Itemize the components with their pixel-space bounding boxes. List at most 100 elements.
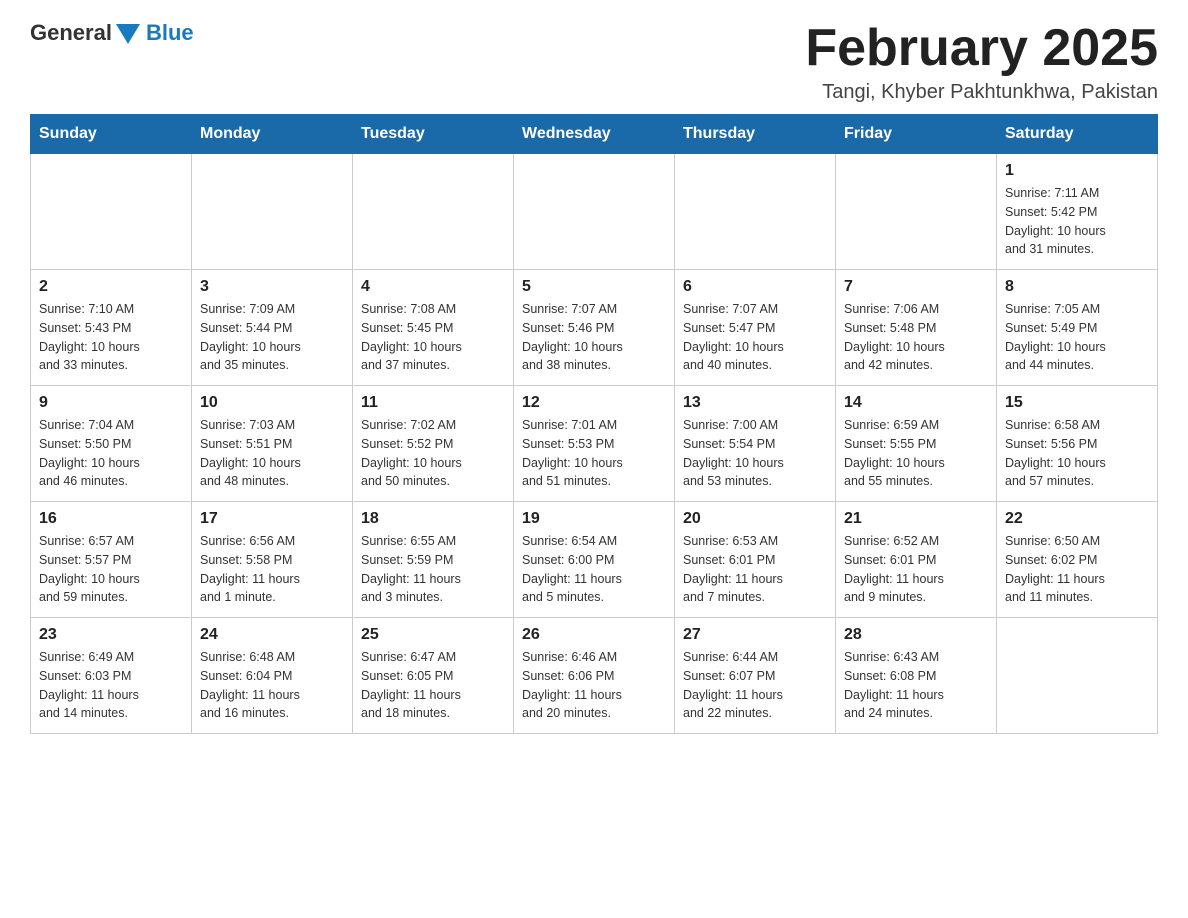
- day-info: Sunrise: 7:11 AMSunset: 5:42 PMDaylight:…: [1005, 184, 1149, 259]
- calendar-cell: 8Sunrise: 7:05 AMSunset: 5:49 PMDaylight…: [997, 270, 1158, 386]
- day-number: 2: [39, 278, 183, 296]
- day-number: 18: [361, 510, 505, 528]
- day-info: Sunrise: 6:58 AMSunset: 5:56 PMDaylight:…: [1005, 416, 1149, 491]
- day-info: Sunrise: 7:01 AMSunset: 5:53 PMDaylight:…: [522, 416, 666, 491]
- day-header-wednesday: Wednesday: [514, 115, 675, 154]
- day-info: Sunrise: 6:48 AMSunset: 6:04 PMDaylight:…: [200, 648, 344, 723]
- day-header-monday: Monday: [192, 115, 353, 154]
- calendar-cell: 14 Sunrise: 6:59 AMSunset: 5:55 PMDayligh…: [836, 386, 997, 502]
- day-header-sunday: Sunday: [31, 115, 192, 154]
- day-number: 5: [522, 278, 666, 296]
- calendar-cell: 6Sunrise: 7:07 AMSunset: 5:47 PMDaylight…: [675, 270, 836, 386]
- calendar-week-4: 16 Sunrise: 6:57 AMSunset: 5:57 PMDayligh…: [31, 502, 1158, 618]
- day-info: Sunrise: 7:03 AMSunset: 5:51 PMDaylight:…: [200, 416, 344, 491]
- calendar-cell: 1 Sunrise: 7:11 AMSunset: 5:42 PMDaylight…: [997, 154, 1158, 270]
- day-number: 25: [361, 626, 505, 644]
- day-number: 28: [844, 626, 988, 644]
- calendar-cell: [353, 154, 514, 270]
- calendar-cell: 27 Sunrise: 6:44 AMSunset: 6:07 PMDayligh…: [675, 618, 836, 734]
- day-info: Sunrise: 6:50 AMSunset: 6:02 PMDaylight:…: [1005, 532, 1149, 607]
- calendar-cell: [836, 154, 997, 270]
- day-number: 19: [522, 510, 666, 528]
- calendar-cell: 13 Sunrise: 7:00 AMSunset: 5:54 PMDayligh…: [675, 386, 836, 502]
- day-info: Sunrise: 6:47 AMSunset: 6:05 PMDaylight:…: [361, 648, 505, 723]
- day-info: Sunrise: 7:02 AMSunset: 5:52 PMDaylight:…: [361, 416, 505, 491]
- day-number: 11: [361, 394, 505, 412]
- page-header: General Blue February 2025 Tangi, Khyber…: [30, 20, 1158, 104]
- day-info: Sunrise: 7:05 AMSunset: 5:49 PMDaylight:…: [1005, 300, 1149, 375]
- calendar-cell: 9Sunrise: 7:04 AMSunset: 5:50 PMDaylight…: [31, 386, 192, 502]
- logo-triangle-icon: [116, 24, 140, 44]
- calendar-cell: 15 Sunrise: 6:58 AMSunset: 5:56 PMDayligh…: [997, 386, 1158, 502]
- day-number: 16: [39, 510, 183, 528]
- day-number: 12: [522, 394, 666, 412]
- day-number: 24: [200, 626, 344, 644]
- calendar-cell: 7Sunrise: 7:06 AMSunset: 5:48 PMDaylight…: [836, 270, 997, 386]
- calendar-week-2: 2 Sunrise: 7:10 AMSunset: 5:43 PMDaylight…: [31, 270, 1158, 386]
- day-info: Sunrise: 6:54 AMSunset: 6:00 PMDaylight:…: [522, 532, 666, 607]
- day-header-thursday: Thursday: [675, 115, 836, 154]
- day-info: Sunrise: 7:09 AMSunset: 5:44 PMDaylight:…: [200, 300, 344, 375]
- location-title: Tangi, Khyber Pakhtunkhwa, Pakistan: [805, 81, 1158, 104]
- title-section: February 2025 Tangi, Khyber Pakhtunkhwa,…: [805, 20, 1158, 104]
- day-number: 20: [683, 510, 827, 528]
- day-number: 9: [39, 394, 183, 412]
- day-header-friday: Friday: [836, 115, 997, 154]
- day-info: Sunrise: 6:46 AMSunset: 6:06 PMDaylight:…: [522, 648, 666, 723]
- day-number: 7: [844, 278, 988, 296]
- calendar-cell: [514, 154, 675, 270]
- calendar-cell: 3 Sunrise: 7:09 AMSunset: 5:44 PMDaylight…: [192, 270, 353, 386]
- day-info: Sunrise: 7:07 AMSunset: 5:47 PMDaylight:…: [683, 300, 827, 375]
- day-number: 17: [200, 510, 344, 528]
- day-info: Sunrise: 6:59 AMSunset: 5:55 PMDaylight:…: [844, 416, 988, 491]
- day-number: 15: [1005, 394, 1149, 412]
- calendar-week-3: 9Sunrise: 7:04 AMSunset: 5:50 PMDaylight…: [31, 386, 1158, 502]
- day-info: Sunrise: 7:00 AMSunset: 5:54 PMDaylight:…: [683, 416, 827, 491]
- day-info: Sunrise: 6:57 AMSunset: 5:57 PMDaylight:…: [39, 532, 183, 607]
- day-number: 3: [200, 278, 344, 296]
- day-number: 27: [683, 626, 827, 644]
- calendar-cell: [31, 154, 192, 270]
- calendar-cell: 22 Sunrise: 6:50 AMSunset: 6:02 PMDayligh…: [997, 502, 1158, 618]
- calendar-cell: 21Sunrise: 6:52 AMSunset: 6:01 PMDayligh…: [836, 502, 997, 618]
- day-info: Sunrise: 6:43 AMSunset: 6:08 PMDaylight:…: [844, 648, 988, 723]
- day-number: 26: [522, 626, 666, 644]
- day-number: 13: [683, 394, 827, 412]
- calendar-cell: 26 Sunrise: 6:46 AMSunset: 6:06 PMDayligh…: [514, 618, 675, 734]
- calendar-cell: [192, 154, 353, 270]
- day-info: Sunrise: 6:55 AMSunset: 5:59 PMDaylight:…: [361, 532, 505, 607]
- calendar-cell: 11 Sunrise: 7:02 AMSunset: 5:52 PMDayligh…: [353, 386, 514, 502]
- month-title: February 2025: [805, 20, 1158, 77]
- day-info: Sunrise: 7:10 AMSunset: 5:43 PMDaylight:…: [39, 300, 183, 375]
- day-number: 10: [200, 394, 344, 412]
- day-info: Sunrise: 6:53 AMSunset: 6:01 PMDaylight:…: [683, 532, 827, 607]
- day-number: 23: [39, 626, 183, 644]
- calendar-cell: 4Sunrise: 7:08 AMSunset: 5:45 PMDaylight…: [353, 270, 514, 386]
- calendar-cell: 17 Sunrise: 6:56 AMSunset: 5:58 PMDayligh…: [192, 502, 353, 618]
- calendar-cell: 24 Sunrise: 6:48 AMSunset: 6:04 PMDayligh…: [192, 618, 353, 734]
- day-number: 14: [844, 394, 988, 412]
- day-info: Sunrise: 6:44 AMSunset: 6:07 PMDaylight:…: [683, 648, 827, 723]
- calendar-cell: 19 Sunrise: 6:54 AMSunset: 6:00 PMDayligh…: [514, 502, 675, 618]
- day-info: Sunrise: 6:49 AMSunset: 6:03 PMDaylight:…: [39, 648, 183, 723]
- calendar-cell: 12 Sunrise: 7:01 AMSunset: 5:53 PMDayligh…: [514, 386, 675, 502]
- calendar-cell: 16 Sunrise: 6:57 AMSunset: 5:57 PMDayligh…: [31, 502, 192, 618]
- day-info: Sunrise: 7:07 AMSunset: 5:46 PMDaylight:…: [522, 300, 666, 375]
- calendar-week-1: 1 Sunrise: 7:11 AMSunset: 5:42 PMDaylight…: [31, 154, 1158, 270]
- logo: General Blue: [30, 20, 194, 46]
- calendar-week-5: 23 Sunrise: 6:49 AMSunset: 6:03 PMDayligh…: [31, 618, 1158, 734]
- day-number: 1: [1005, 162, 1149, 180]
- day-info: Sunrise: 7:08 AMSunset: 5:45 PMDaylight:…: [361, 300, 505, 375]
- calendar-cell: 5 Sunrise: 7:07 AMSunset: 5:46 PMDaylight…: [514, 270, 675, 386]
- calendar-header-row: SundayMondayTuesdayWednesdayThursdayFrid…: [31, 115, 1158, 154]
- day-header-saturday: Saturday: [997, 115, 1158, 154]
- day-number: 21: [844, 510, 988, 528]
- day-number: 22: [1005, 510, 1149, 528]
- calendar-cell: [997, 618, 1158, 734]
- day-header-tuesday: Tuesday: [353, 115, 514, 154]
- day-info: Sunrise: 6:56 AMSunset: 5:58 PMDaylight:…: [200, 532, 344, 607]
- calendar-cell: 20 Sunrise: 6:53 AMSunset: 6:01 PMDayligh…: [675, 502, 836, 618]
- calendar-cell: [675, 154, 836, 270]
- logo-blue-text: Blue: [146, 20, 194, 46]
- calendar-cell: 23 Sunrise: 6:49 AMSunset: 6:03 PMDayligh…: [31, 618, 192, 734]
